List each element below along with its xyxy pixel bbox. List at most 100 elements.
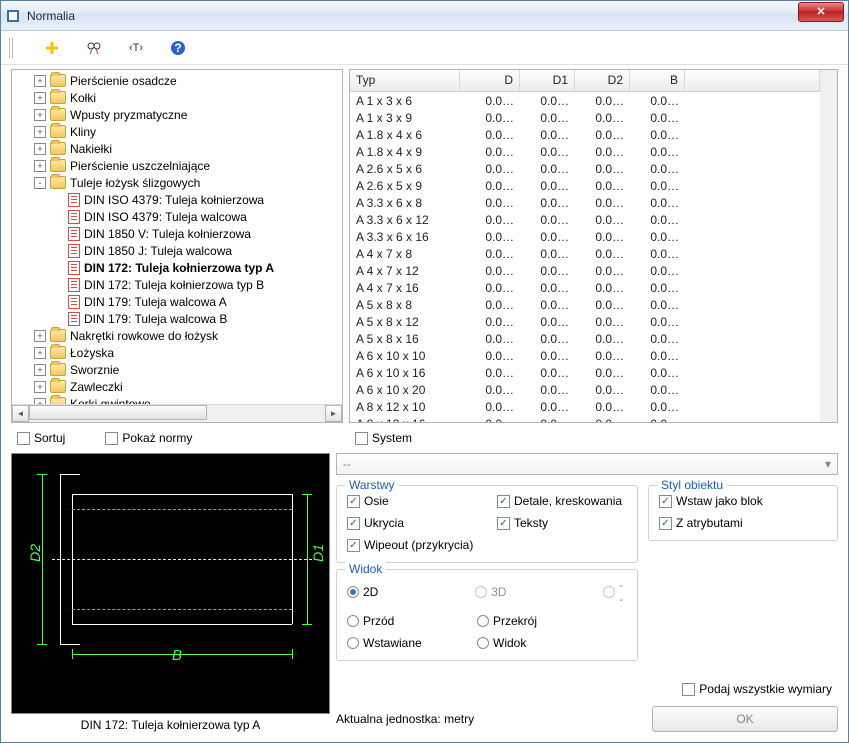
expand-icon[interactable]: + [34,75,46,87]
col-d2[interactable]: D2 [575,70,630,91]
tree-item[interactable]: +Sworznie [12,361,342,378]
table-row[interactable]: A 1 x 3 x 60.0…0.0…0.0…0.0… [350,92,820,109]
table-row[interactable]: A 6 x 10 x 160.0…0.0…0.0…0.0… [350,364,820,381]
table-row[interactable]: A 4 x 7 x 120.0…0.0…0.0…0.0… [350,262,820,279]
hidden-checkbox[interactable]: ✓Ukrycia [347,516,457,530]
col-d1[interactable]: D1 [520,70,575,91]
table-row[interactable]: A 5 x 8 x 160.0…0.0…0.0…0.0… [350,330,820,347]
all-dims-checkbox[interactable]: Podaj wszystkie wymiary [682,682,832,696]
table-row[interactable]: A 3.3 x 6 x 80.0…0.0…0.0…0.0… [350,194,820,211]
expand-icon[interactable]: + [34,126,46,138]
view-view-radio[interactable]: Widok [477,636,526,650]
sort-checkbox[interactable]: Sortuj [17,431,65,445]
system-checkbox[interactable]: System [355,431,412,445]
expand-icon[interactable]: + [34,364,46,376]
tree-item[interactable]: DIN 1850 J: Tuleja walcowa [12,242,342,259]
table-row[interactable]: A 8 x 12 x 160.0…0.0…0.0…0.0… [350,415,820,422]
table-row[interactable]: A 5 x 8 x 80.0…0.0…0.0…0.0… [350,296,820,313]
col-typ[interactable]: Typ [350,70,460,91]
tree-item[interactable]: DIN 172: Tuleja kołnierzowa typ B [12,276,342,293]
cell: 0.0… [460,281,520,295]
table-row[interactable]: A 1.8 x 4 x 60.0…0.0…0.0…0.0… [350,126,820,143]
tree-item[interactable]: +Pierścienie uszczelniające [12,157,342,174]
view-inserted-radio[interactable]: Wstawiane [347,636,447,650]
cell: 0.0… [460,332,520,346]
tree-item[interactable]: DIN 1850 V: Tuleja kołnierzowa [12,225,342,242]
scroll-thumb[interactable] [29,405,207,420]
tree-item[interactable]: +Łożyska [12,344,342,361]
view-2d-radio[interactable]: 2D [347,578,445,606]
text-style-button[interactable]: ‹T› [127,39,145,57]
table-row[interactable]: A 1.8 x 4 x 90.0…0.0…0.0…0.0… [350,143,820,160]
tree-item[interactable]: DIN ISO 4379: Tuleja walcowa [12,208,342,225]
tree-item[interactable]: +Pierścienie osadcze [12,72,342,89]
view-dash-radio[interactable]: -- [603,578,627,606]
system-combo[interactable]: -- ▾ [336,453,838,475]
show-norms-checkbox[interactable]: Pokaż normy [105,431,192,445]
expand-icon[interactable]: + [34,109,46,121]
tree-item[interactable]: DIN 179: Tuleja walcowa A [12,293,342,310]
tree-item[interactable]: +Wpusty pryzmatyczne [12,106,342,123]
tree-item[interactable]: +Korki gwintowe [12,395,342,404]
table-row[interactable]: A 6 x 10 x 100.0…0.0…0.0…0.0… [350,347,820,364]
grid-header[interactable]: Typ D D1 D2 B [350,70,820,92]
table-row[interactable]: A 5 x 8 x 120.0…0.0…0.0…0.0… [350,313,820,330]
table-row[interactable]: A 4 x 7 x 80.0…0.0…0.0…0.0… [350,245,820,262]
tree-item-label: Kliny [70,125,96,139]
cell: 0.0… [460,247,520,261]
tree-item[interactable]: DIN ISO 4379: Tuleja kołnierzowa [12,191,342,208]
scroll-left-button[interactable]: ◄ [12,405,29,422]
cell: A 8 x 12 x 16 [350,417,460,423]
dim-d2-label: D2 [27,544,43,562]
tree-item[interactable]: +Kołki [12,89,342,106]
tree-item[interactable]: DIN 179: Tuleja walcowa B [12,310,342,327]
expand-icon[interactable]: + [34,160,46,172]
close-button[interactable]: ✕ [798,2,844,22]
scroll-right-button[interactable]: ► [325,405,342,422]
find-button[interactable] [85,39,103,57]
tree-item[interactable]: +Nakrętki rowkowe do łożysk [12,327,342,344]
tree-item[interactable]: -Tuleje łożysk ślizgowych [12,174,342,191]
col-b[interactable]: B [630,70,685,91]
expand-icon[interactable]: + [34,330,46,342]
tree-item[interactable]: +Nakiełki [12,140,342,157]
col-d[interactable]: D [460,70,520,91]
tree-item[interactable]: +Zawleczki [12,378,342,395]
expand-icon[interactable]: + [34,381,46,393]
texts-checkbox[interactable]: ✓Teksty [497,516,548,530]
help-button[interactable]: ? [169,39,187,57]
document-icon [68,193,80,207]
table-row[interactable]: A 8 x 12 x 100.0…0.0…0.0…0.0… [350,398,820,415]
table-row[interactable]: A 2.6 x 5 x 90.0…0.0…0.0…0.0… [350,177,820,194]
table-row[interactable]: A 2.6 x 5 x 60.0…0.0…0.0…0.0… [350,160,820,177]
table-row[interactable]: A 1 x 3 x 90.0…0.0…0.0…0.0… [350,109,820,126]
insert-block-checkbox[interactable]: ✓Wstaw jako blok [659,494,827,508]
with-attrs-checkbox[interactable]: ✓Z atrybutami [659,516,827,530]
tree-item-label: DIN ISO 4379: Tuleja walcowa [84,210,247,224]
titlebar[interactable]: Normalia ✕ [1,1,848,31]
add-button[interactable] [43,39,61,57]
table-row[interactable]: A 3.3 x 6 x 120.0…0.0…0.0…0.0… [350,211,820,228]
tree-item[interactable]: DIN 172: Tuleja kołnierzowa typ A [12,259,342,276]
expand-icon[interactable]: + [34,347,46,359]
view-3d-radio[interactable]: 3D [475,578,573,606]
document-icon [68,295,80,309]
expand-icon[interactable]: + [34,143,46,155]
wipeout-checkbox[interactable]: ✓Wipeout (przykrycia) [347,538,627,552]
grid-vscroll[interactable] [820,70,837,422]
grid-body[interactable]: A 1 x 3 x 60.0…0.0…0.0…0.0…A 1 x 3 x 90.… [350,92,820,422]
ok-button[interactable]: OK [652,706,838,732]
details-checkbox[interactable]: ✓Detale, kreskowania [497,494,622,508]
table-row[interactable]: A 4 x 7 x 160.0…0.0…0.0…0.0… [350,279,820,296]
axes-checkbox[interactable]: ✓Osie [347,494,457,508]
view-front-radio[interactable]: Przód [347,614,447,628]
collapse-icon[interactable]: - [34,177,46,189]
expand-icon[interactable]: + [34,92,46,104]
view-section-radio[interactable]: Przekrój [477,614,537,628]
tree-hscroll[interactable]: ◄ ► [12,404,342,422]
table-row[interactable]: A 6 x 10 x 200.0…0.0…0.0…0.0… [350,381,820,398]
category-tree[interactable]: +Pierścienie osadcze+Kołki+Wpusty pryzma… [12,70,342,404]
table-row[interactable]: A 3.3 x 6 x 160.0…0.0…0.0…0.0… [350,228,820,245]
tree-item[interactable]: + Kliny [12,123,342,140]
units-label: Aktualna jednostka: metry [336,712,474,726]
